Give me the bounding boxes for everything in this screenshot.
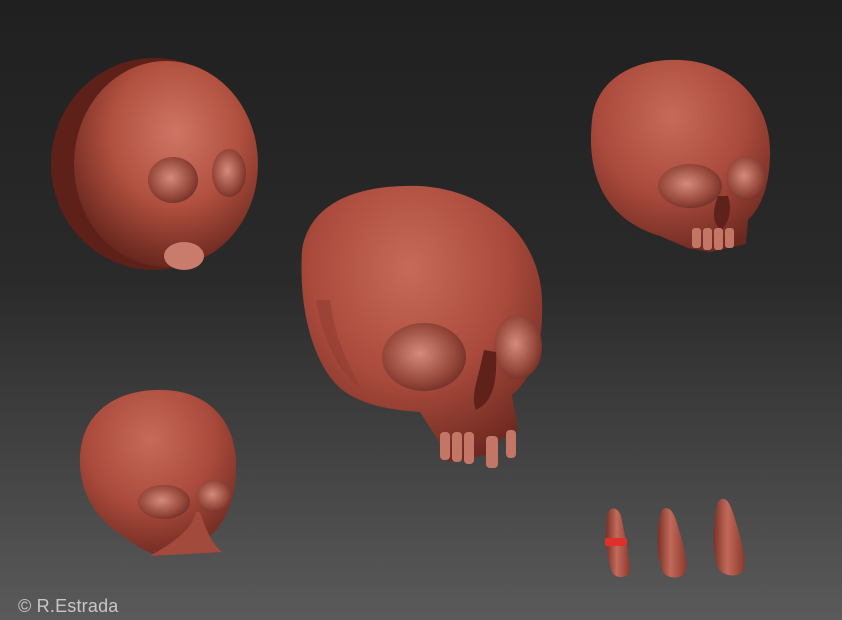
render-scene (51, 58, 770, 578)
sculpt-progression-image: © R.Estrada (0, 0, 842, 620)
author-credit: © R.Estrada (18, 596, 119, 616)
rough-skull-icon (79, 389, 237, 556)
sphere-blockout-icon (51, 58, 258, 270)
finished-skull-icon (590, 59, 770, 253)
tooth-icon (657, 508, 687, 578)
tooth-icon (605, 508, 630, 578)
tooth-icon (713, 498, 745, 576)
detailed-skull-icon (301, 185, 543, 468)
